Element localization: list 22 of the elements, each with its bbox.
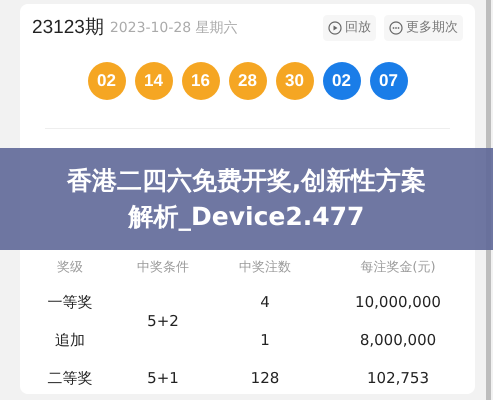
play-icon (328, 21, 342, 35)
table-cell-text: 5+2 (146, 310, 180, 332)
table-cell-text: 4 (259, 292, 271, 313)
issue-number: 23123期 (32, 16, 104, 40)
action-button[interactable]: 更多期次 (384, 15, 463, 41)
column-header: 中奖注数 (238, 259, 292, 277)
table-cell-text: 128 (250, 368, 280, 389)
column-header: 中奖条件 (136, 259, 190, 277)
table-cell-text: 8,000,000 (358, 330, 438, 351)
table-cell-text: 追加 (54, 330, 86, 351)
table-cell-text: 1 (259, 330, 271, 351)
draw-date: 2023-10-28 星期六 (110, 18, 238, 38)
table-cell-text: 二等奖 (46, 368, 94, 389)
table-cell-text: 5+1 (146, 368, 180, 389)
column-header: 每注奖金(元) (359, 259, 437, 277)
more-icon (389, 21, 403, 35)
table-cell-text: 一等奖 (46, 292, 94, 313)
action-button[interactable]: 回放 (323, 15, 376, 41)
column-header: 奖级 (56, 259, 84, 277)
banner-title: 香港二四六免费开奖,创新性方案解析_Device2.477 (66, 165, 428, 233)
table-cell-text: 10,000,000 (354, 292, 442, 313)
table-cell-text: 102,753 (366, 368, 430, 389)
